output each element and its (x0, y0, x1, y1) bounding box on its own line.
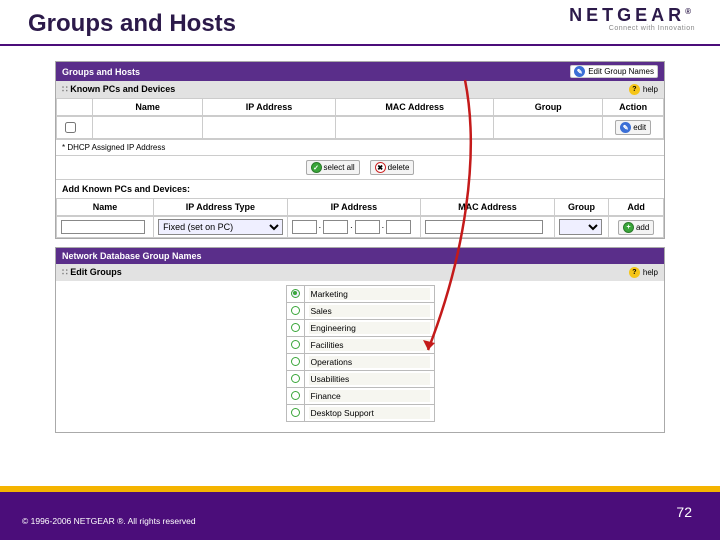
panel1-title: Groups and Hosts (62, 67, 140, 77)
add-button[interactable]: + add (618, 220, 654, 235)
group-name-input[interactable] (309, 288, 430, 300)
group-name-input[interactable] (309, 407, 430, 419)
delete-button[interactable]: ✖ delete (370, 160, 415, 175)
group-name-input[interactable] (309, 305, 430, 317)
mac-input[interactable] (425, 220, 543, 234)
add-known-columns: Name IP Address Type IP Address MAC Addr… (56, 198, 664, 216)
group-radio[interactable] (291, 340, 300, 349)
groups-hosts-panel: Groups and Hosts ✎ Edit Group Names ∷ Kn… (55, 61, 665, 239)
copyright: © 1996-2006 NETGEAR ®. All rights reserv… (22, 516, 196, 526)
group-row (286, 388, 434, 405)
help-icon: ? (629, 267, 640, 278)
add-known-header: Add Known PCs and Devices: (56, 179, 664, 198)
row-checkbox[interactable] (65, 122, 76, 133)
known-devices-header: Name IP Address MAC Address Group Action (56, 98, 664, 116)
panel2-title: Network Database Group Names (62, 251, 202, 261)
add-known-row: Fixed (set on PC) ... + add (56, 216, 664, 238)
group-row (286, 405, 434, 422)
title-divider (0, 44, 720, 46)
known-devices-row: ✎ edit (56, 116, 664, 139)
group-name-input[interactable] (309, 322, 430, 334)
plus-icon: + (623, 222, 634, 233)
edit-icon: ✎ (620, 122, 631, 133)
edit-group-names-link[interactable]: ✎ Edit Group Names (570, 65, 658, 78)
edit-pencil-icon: ✎ (574, 66, 585, 77)
group-radio[interactable] (291, 374, 300, 383)
help-icon: ? (629, 84, 640, 95)
group-radio[interactable] (291, 408, 300, 417)
slide-title: Groups and Hosts (0, 0, 720, 44)
footer-band: © 1996-2006 NETGEAR ®. All rights reserv… (0, 486, 720, 540)
group-name-input[interactable] (309, 339, 430, 351)
group-row (286, 303, 434, 320)
dhcp-note: * DHCP Assigned IP Address (56, 139, 664, 155)
groups-table (286, 285, 435, 422)
group-name-input[interactable] (309, 390, 430, 402)
group-name-input[interactable] (309, 356, 430, 368)
group-names-panel: Network Database Group Names ∷ Edit Grou… (55, 247, 665, 433)
group-radio[interactable] (291, 323, 300, 332)
ip-address-input[interactable]: ... (292, 220, 417, 234)
delete-icon: ✖ (375, 162, 386, 173)
help-link-2[interactable]: ? help (629, 267, 658, 278)
group-select[interactable] (559, 219, 602, 235)
group-row (286, 320, 434, 337)
ip-type-select[interactable]: Fixed (set on PC) (158, 219, 283, 235)
group-row (286, 354, 434, 371)
check-icon: ✓ (311, 162, 322, 173)
group-radio[interactable] (291, 391, 300, 400)
edit-groups-subheader: ∷ Edit Groups (62, 267, 122, 278)
edit-button[interactable]: ✎ edit (615, 120, 651, 135)
group-name-input[interactable] (309, 373, 430, 385)
known-pcs-subheader: ∷ Known PCs and Devices (62, 84, 175, 95)
group-row (286, 286, 434, 303)
page-number: 72 (676, 504, 692, 520)
group-radio[interactable] (291, 357, 300, 366)
help-link[interactable]: ? help (629, 84, 658, 95)
group-row (286, 371, 434, 388)
add-name-input[interactable] (61, 220, 145, 234)
select-all-button[interactable]: ✓ select all (306, 160, 360, 175)
group-radio[interactable] (291, 289, 300, 298)
group-radio[interactable] (291, 306, 300, 315)
group-row (286, 337, 434, 354)
